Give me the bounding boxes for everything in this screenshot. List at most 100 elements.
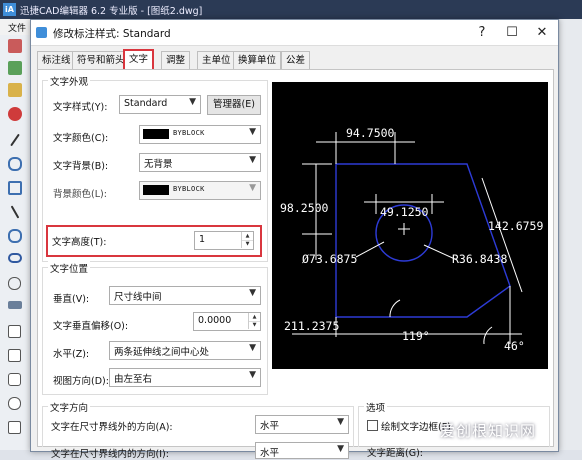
left-toolbar <box>0 35 31 450</box>
text-appearance-title: 文字外观 <box>48 74 91 88</box>
dim-left-label: 98.2500 <box>280 201 329 215</box>
point-tool-icon[interactable] <box>8 277 21 290</box>
dialog-icon <box>36 27 47 38</box>
chevron-down-icon: ▼ <box>337 444 344 454</box>
rectangle-tool-icon[interactable] <box>8 181 22 195</box>
color-swatch <box>143 185 169 195</box>
options-title: 选项 <box>364 400 388 414</box>
chevron-down-icon: ▼ <box>337 417 344 427</box>
app-menubar: 文件 <box>0 19 30 35</box>
text-style-label: 文字样式(Y): <box>53 102 108 113</box>
text-position-group: 文字位置 垂直(V): 尺寸线中间 ▼ 文字垂直偏移(O): 0.0000 ▲ … <box>42 261 268 395</box>
chevron-down-icon: ▼ <box>249 370 256 380</box>
dim-diameter-label: Ø73.6875 <box>302 252 357 266</box>
vertical-select[interactable]: 尺寸线中间 ▼ <box>109 286 261 305</box>
text-distance-label: 文字距离(G): <box>367 448 423 459</box>
spline-tool-icon[interactable] <box>8 301 22 309</box>
block-tool-icon[interactable] <box>8 325 21 338</box>
dim-radius-label: R36.8438 <box>452 252 507 266</box>
color-swatch <box>143 129 169 139</box>
vertical-offset-label: 文字垂直偏移(O): <box>53 321 129 332</box>
ellipse-tool-icon[interactable] <box>8 253 22 263</box>
horizontal-select[interactable]: 两条延伸线之间中心处 ▼ <box>109 341 261 360</box>
record-tool-icon[interactable] <box>8 107 22 121</box>
app-title: 迅捷CAD编辑器 6.2 专业版 - [图纸2.dwg] <box>20 6 203 17</box>
minimize-icon[interactable]: ? <box>467 20 497 45</box>
part-outline <box>335 163 511 318</box>
view-direction-select[interactable]: 由左至右 ▼ <box>109 368 261 387</box>
chevron-down-icon: ▼ <box>189 97 196 107</box>
draw-frame-checkbox[interactable] <box>367 420 378 431</box>
horizontal-label: 水平(Z): <box>53 349 90 360</box>
tab-symbols-arrows[interactable]: 符号和箭头 <box>72 51 130 69</box>
table-tool-icon[interactable] <box>8 421 21 434</box>
text-background-select[interactable]: 无背景 ▼ <box>139 153 261 172</box>
dim-top-label: 94.7500 <box>346 126 395 140</box>
text-color-value: BYBLOCK <box>173 129 205 137</box>
chevron-down-icon: ▼ <box>249 183 256 193</box>
text-height-input[interactable]: 1 ▲ ▼ <box>194 231 254 250</box>
vertical-label: 垂直(V): <box>53 294 90 305</box>
vertical-offset-value: 0.0000 <box>198 315 232 326</box>
background-color-label: 背景颜色(L): <box>53 189 107 200</box>
horizontal-value: 两条延伸线之间中心处 <box>114 347 210 358</box>
dimension-style-dialog: 修改标注样式: Standard ? ☐ ✕ 标注线 符号和箭头 文字 调整 主… <box>30 19 559 460</box>
text-style-value: Standard <box>124 98 168 109</box>
pan-tool-icon[interactable] <box>8 39 22 53</box>
donut-tool-icon[interactable] <box>8 397 21 410</box>
text-direction-group: 文字方向 文字在尺寸界线外的方向(A): 水平 ▼ 文字在尺寸界线内的方向(I)… <box>42 400 354 460</box>
tab-fit[interactable]: 调整 <box>161 51 191 69</box>
vertical-offset-input[interactable]: 0.0000 ▲ ▼ <box>193 312 261 331</box>
chevron-down-icon: ▼ <box>249 155 256 165</box>
view-direction-value: 由左至右 <box>114 374 153 385</box>
text-style-select[interactable]: Standard ▼ <box>119 95 201 114</box>
background-color-select[interactable]: BYBLOCK ▼ <box>139 181 261 200</box>
text-position-title: 文字位置 <box>48 261 91 275</box>
tab-dimension-lines[interactable]: 标注线 <box>37 51 76 69</box>
text-height-value: 1 <box>199 234 206 245</box>
watermark: 爱创根知识网 <box>440 422 537 440</box>
text-color-select[interactable]: BYBLOCK ▼ <box>139 125 261 144</box>
dim-slant-label: 142.6759 <box>488 219 543 233</box>
preview-drawing: 94.7500 98.2500 49.1250 Ø73.6875 R36.843… <box>280 126 543 353</box>
dialog-title: 修改标注样式: Standard <box>53 28 171 40</box>
background-color-value: BYBLOCK <box>173 185 205 193</box>
layer-tool-icon[interactable] <box>8 61 22 75</box>
outside-direction-label: 文字在尺寸界线外的方向(A): <box>51 422 173 433</box>
app-titlebar: iA 迅捷CAD编辑器 6.2 专业版 - [图纸2.dwg] <box>0 0 582 19</box>
spin-down-icon[interactable]: ▼ <box>241 240 253 248</box>
manager-button[interactable]: 管理器(E) <box>207 95 261 115</box>
tab-alternate-units[interactable]: 换算单位 <box>233 51 282 69</box>
inside-direction-select[interactable]: 水平 ▼ <box>255 442 349 459</box>
menu-file[interactable]: 文件 <box>8 21 26 34</box>
text-background-value: 无背景 <box>144 159 173 170</box>
vertical-value: 尺寸线中间 <box>114 292 162 303</box>
arc-tool-icon[interactable] <box>8 157 22 171</box>
app-right-edge <box>560 19 582 450</box>
tab-tolerances[interactable]: 公差 <box>281 51 311 69</box>
angle-label-1: 119° <box>402 329 430 343</box>
text-height-highlight: 文字高度(T): 1 ▲ ▼ <box>46 225 262 257</box>
properties-tool-icon[interactable] <box>8 83 22 97</box>
spin-down-icon[interactable]: ▼ <box>248 321 260 329</box>
dim-bottom-label: 211.2375 <box>284 319 339 333</box>
text-height-label: 文字高度(T): <box>52 237 107 248</box>
chevron-down-icon: ▼ <box>249 127 256 137</box>
hatch-tool-icon[interactable] <box>8 349 21 362</box>
circle-tool-icon[interactable] <box>8 229 22 243</box>
text-color-label: 文字颜色(C): <box>53 133 109 144</box>
polyline-tool-icon[interactable] <box>10 205 20 219</box>
angle-label-2: 46° <box>504 339 525 353</box>
maximize-icon[interactable]: ☐ <box>497 20 527 45</box>
region-tool-icon[interactable] <box>8 373 21 386</box>
tab-primary-units[interactable]: 主单位 <box>197 51 236 69</box>
text-background-label: 文字背景(B): <box>53 161 109 172</box>
chevron-down-icon: ▼ <box>249 343 256 353</box>
line-tool-icon[interactable] <box>10 133 20 147</box>
outside-direction-select[interactable]: 水平 ▼ <box>255 415 349 434</box>
inside-direction-label: 文字在尺寸界线内的方向(I): <box>51 449 169 460</box>
close-icon[interactable]: ✕ <box>527 20 557 45</box>
dialog-titlebar: 修改标注样式: Standard ? ☐ ✕ <box>31 20 558 46</box>
dimension-preview: 94.7500 98.2500 49.1250 Ø73.6875 R36.843… <box>272 82 548 369</box>
text-tab-panel: 文字外观 文字样式(Y): Standard ▼ 管理器(E) 文字颜色(C):… <box>37 69 554 460</box>
